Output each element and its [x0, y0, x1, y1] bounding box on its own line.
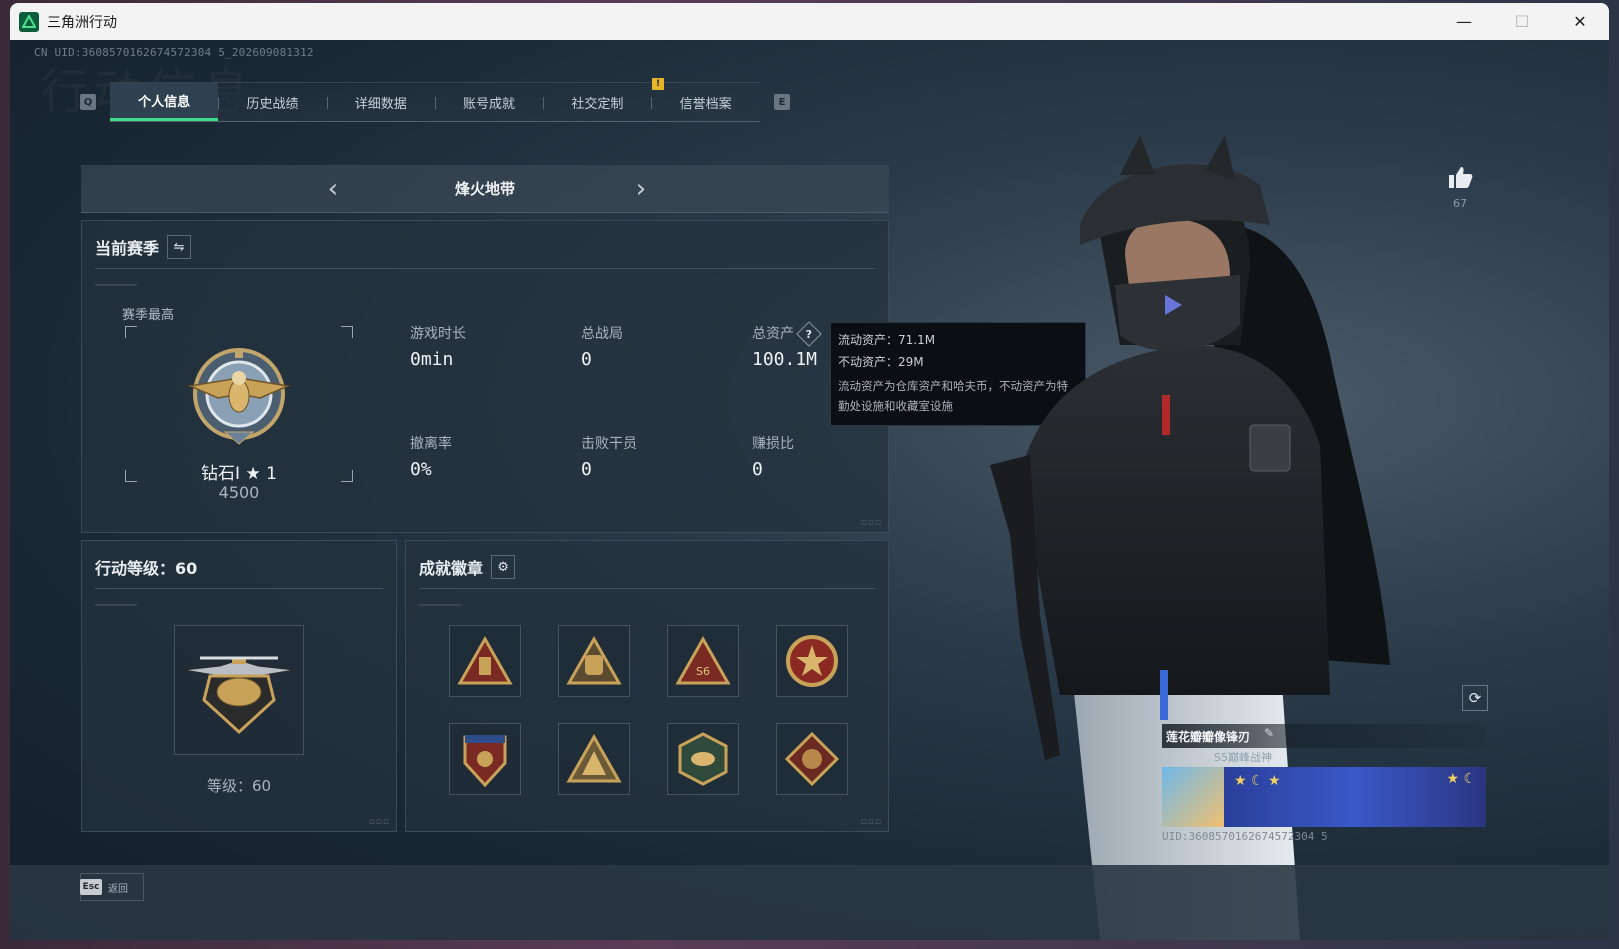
maximize-button[interactable]: ☐	[1493, 3, 1551, 40]
achievement-badges-panel: 成就徽章 ⚙ S6 ▫▫▫	[405, 540, 889, 832]
likes[interactable]: 67	[1445, 165, 1475, 210]
app-logo-icon	[19, 11, 39, 32]
rank-name: 钻石Ⅰ ★ 1	[201, 464, 277, 484]
tab-history[interactable]: 历史战绩	[218, 83, 326, 121]
badge-slot[interactable]	[449, 723, 521, 795]
prev-tab-key-hint[interactable]: Q	[80, 94, 96, 110]
edit-name-icon[interactable]: ✎	[1264, 726, 1274, 740]
triangle-gold-badge-icon	[566, 733, 622, 783]
name-card-banner: ★ ☾ ★ ★ ☾	[1162, 767, 1486, 827]
level-title: 行动等级：60	[95, 559, 198, 578]
badge-slot[interactable]	[776, 723, 848, 795]
mode-title: 烽火地带	[454, 180, 515, 198]
divider	[95, 268, 875, 269]
current-season-panel: 当前赛季 ⇋ 赛季最高 钻石Ⅰ ★ 1 4500 游戏时长 0min 总战局 0…	[81, 220, 889, 533]
divider-accent	[95, 284, 137, 286]
badge-slot[interactable]	[558, 723, 630, 795]
player-name-card: 莲花瓣瓣像锋刃 ✎ S5巅峰战神 ★ ☾ ★ ★ ☾ UID:360857016…	[1162, 724, 1486, 843]
player-title: S5巅峰战神	[1214, 751, 1272, 764]
operation-level-panel: 行动等级：60 等级：60 ▫▫▫	[81, 540, 397, 832]
badge-slot[interactable]	[449, 625, 521, 697]
helicopter-level-icon	[183, 656, 295, 735]
stat-play-time: 游戏时长 0min	[410, 326, 466, 370]
tab-account-achievements[interactable]: 账号成就	[434, 83, 543, 121]
tab-credit-record[interactable]: 信誉档案	[651, 83, 759, 121]
season-best-label: 赛季最高	[122, 308, 175, 323]
level-emblem	[174, 625, 304, 755]
next-tab-key-hint[interactable]: E	[774, 94, 790, 110]
mode-prev-arrow-icon[interactable]: ‹	[319, 174, 347, 204]
badge-slot[interactable]	[558, 625, 630, 697]
tab-detailed-data[interactable]: 详细数据	[326, 83, 435, 121]
notification-badge: !	[652, 78, 664, 90]
badge-slot[interactable]	[776, 625, 848, 697]
stat-operators-defeated: 击败干员 0	[581, 436, 637, 480]
close-button[interactable]: ✕	[1551, 3, 1609, 40]
season-title: 当前赛季	[95, 239, 160, 258]
uid-label: CN UID:3608570162674572304 5_20260908131…	[34, 46, 314, 59]
diamond-dragon-badge-icon	[784, 731, 840, 787]
mode-next-arrow-icon[interactable]: ›	[627, 174, 655, 204]
player-name: 莲花瓣瓣像锋刃	[1166, 730, 1251, 744]
app-window: 三角洲行动 — ☐ ✕ 行动信息 CN UID:3608570162674572…	[10, 3, 1609, 940]
badge-slot[interactable]	[667, 723, 739, 795]
likes-count: 67	[1453, 197, 1467, 210]
triangle-bottle-badge-icon	[457, 635, 513, 685]
tab-bar: Q 个人信息 历史战绩 详细数据 账号成就 社交定制 信誉档案 ! E	[80, 78, 790, 122]
refresh-icon[interactable]: ⟳	[1462, 685, 1488, 711]
minimize-button[interactable]: —	[1435, 3, 1493, 40]
triangle-s6-badge-icon: S6	[675, 635, 731, 685]
triangle-backpack-badge-icon	[566, 635, 622, 685]
thumbs-up-icon[interactable]	[1447, 165, 1473, 189]
badge-grid: S6	[449, 625, 848, 795]
mode-selector: ‹ 烽火地带 ›	[81, 165, 889, 213]
badges-title: 成就徽章	[419, 559, 484, 578]
app-title: 三角洲行动	[47, 14, 117, 31]
stat-extraction-rate: 撤离率 0%	[410, 436, 452, 480]
svg-text:S6: S6	[696, 665, 710, 678]
badge-slot[interactable]: S6	[667, 625, 739, 697]
stat-total-assets: 总资产? 100.1M	[752, 321, 822, 370]
diamond-rank-emblem-icon	[187, 348, 291, 445]
esc-key[interactable]: Esc	[80, 879, 102, 895]
shield-badge-icon	[463, 735, 507, 788]
rank-points: 4500	[218, 483, 260, 502]
game-view: 行动信息 CN UID:3608570162674572304 5_202609…	[10, 40, 1609, 940]
title-bar: 三角洲行动 — ☐ ✕	[10, 3, 1609, 40]
back-hint: Esc 返回	[80, 879, 128, 895]
bottom-bar	[10, 865, 1609, 940]
stat-profit-loss-ratio: 赚损比 0	[752, 436, 794, 480]
level-text: 等级：60	[206, 777, 272, 795]
hexagon-wasp-badge-icon	[678, 732, 728, 786]
banner-art: ★ ☾ ★ ★ ☾	[1224, 767, 1486, 827]
badges-settings-icon[interactable]: ⚙	[491, 555, 516, 579]
asset-help-icon[interactable]: ?	[796, 321, 822, 347]
stat-total-matches: 总战局 0	[581, 326, 623, 370]
avatar	[1162, 767, 1224, 827]
tab-social-custom[interactable]: 社交定制	[543, 83, 651, 121]
season-switch-icon[interactable]: ⇋	[167, 235, 192, 259]
star-medal-badge-icon	[786, 635, 838, 687]
card-uid: UID:3608570162674572304 5	[1162, 830, 1328, 843]
back-label: 返回	[108, 883, 128, 895]
tab-personal-info[interactable]: 个人信息	[110, 83, 219, 121]
